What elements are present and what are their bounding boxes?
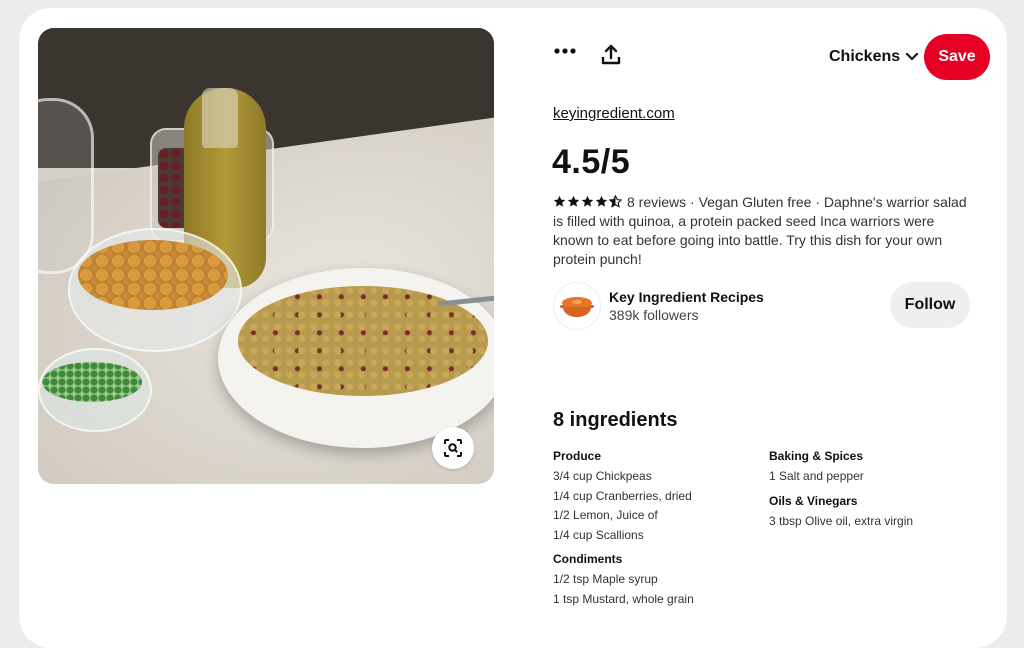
- dutch-oven-logo-icon: [560, 297, 594, 317]
- star-icon: [581, 195, 594, 207]
- share-upload-icon[interactable]: [601, 44, 621, 66]
- group-heading: Baking & Spices: [769, 449, 864, 463]
- group-heading: Oils & Vinegars: [769, 493, 858, 508]
- image-bottle-neck: [202, 88, 238, 148]
- ingredient-group: Oils & Vinegars 3 tbsp Olive oil, extra …: [769, 494, 913, 529]
- image-scallions: [42, 362, 142, 402]
- ingredient-item: 1/4 cup Cranberries, dried: [553, 488, 692, 503]
- image-chickpeas: [78, 240, 228, 310]
- pin-description: 8 reviews · Vegan Gluten free · Daphne's…: [553, 193, 977, 269]
- ingredients-title: 8 ingredients: [553, 409, 678, 431]
- ingredient-group: Baking & Spices 1 Salt and pepper: [769, 449, 913, 484]
- follow-button[interactable]: Follow: [890, 282, 970, 328]
- ingredient-item: 3 tbsp Olive oil, extra virgin: [769, 513, 914, 528]
- board-name: Chickens: [829, 48, 901, 65]
- star-rating: [553, 195, 622, 208]
- ingredient-group: Produce 3/4 cup Chickpeas 1/4 cup Cranbe…: [553, 449, 694, 542]
- group-heading: Produce: [553, 449, 602, 463]
- ingredient-item: 1/2 tsp Maple syrup: [553, 572, 658, 586]
- creator-name[interactable]: Key Ingredient Recipes: [609, 289, 764, 305]
- half-star-icon: [609, 195, 622, 208]
- visual-search-icon: [444, 439, 462, 457]
- rating-score: 4.5/5: [552, 143, 631, 181]
- ingredients-column-left: Produce 3/4 cup Chickpeas 1/4 cup Cranbe…: [553, 449, 694, 616]
- board-selector[interactable]: Chickens: [829, 48, 919, 66]
- follower-count: 389k followers: [609, 307, 699, 323]
- source-link[interactable]: keyingredient.com: [553, 105, 675, 122]
- ingredient-item: 1/2 Lemon, Juice of: [553, 508, 658, 522]
- creator-profile[interactable]: Key Ingredient Recipes 389k followers: [553, 282, 764, 330]
- review-count[interactable]: 8 reviews: [627, 194, 686, 210]
- ingredients-column-right: Baking & Spices 1 Salt and pepper Oils &…: [769, 449, 913, 538]
- ingredient-item: 1 Salt and pepper: [769, 469, 864, 483]
- star-icon: [595, 195, 608, 207]
- ingredient-item: 3/4 cup Chickpeas: [553, 469, 652, 483]
- group-heading: Condiments: [553, 552, 623, 566]
- star-icon: [567, 195, 580, 207]
- chevron-down-icon: [906, 53, 919, 61]
- ingredient-item: 1 tsp Mustard, whole grain: [553, 591, 694, 606]
- more-horizontal-icon[interactable]: [554, 47, 576, 55]
- image-glass-bowl: [38, 98, 94, 274]
- save-button[interactable]: Save: [924, 34, 990, 80]
- avatar[interactable]: [553, 282, 601, 330]
- visual-search-button[interactable]: [432, 427, 474, 469]
- pin-image[interactable]: [38, 28, 494, 484]
- ingredient-group: Condiments 1/2 tsp Maple syrup 1 tsp Mus…: [553, 552, 694, 606]
- star-icon: [553, 195, 566, 207]
- ingredient-item: 1/4 cup Scallions: [553, 527, 644, 542]
